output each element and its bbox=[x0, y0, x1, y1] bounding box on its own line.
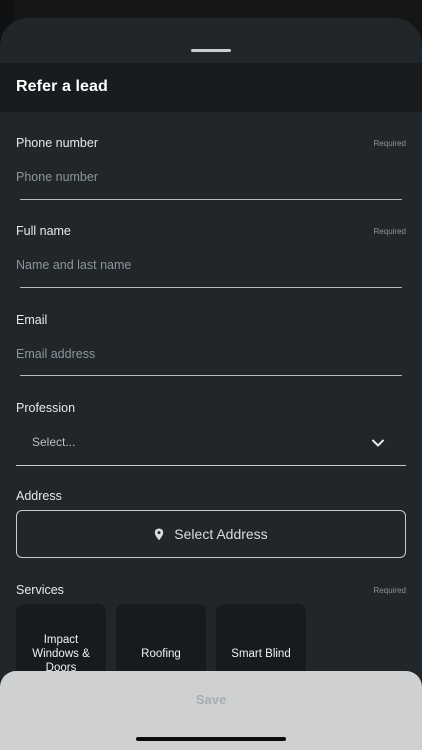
sheet-header: Refer a lead bbox=[0, 63, 422, 112]
full-name-input[interactable] bbox=[16, 253, 406, 277]
service-card-label: Roofing bbox=[141, 648, 181, 660]
email-input[interactable] bbox=[16, 342, 406, 366]
full-name-required-tag: Required bbox=[373, 227, 406, 236]
profession-underline bbox=[16, 465, 406, 466]
profession-selected-value: Select... bbox=[32, 435, 76, 449]
full-name-underline bbox=[20, 287, 402, 288]
profession-label: Profession bbox=[16, 401, 76, 415]
phone-label: Phone number bbox=[16, 136, 99, 150]
refer-lead-sheet: Refer a lead Phone number Required Full … bbox=[0, 18, 422, 750]
phone-required-tag: Required bbox=[373, 139, 406, 148]
email-label: Email bbox=[16, 313, 48, 327]
sheet-grabber-handle[interactable] bbox=[191, 49, 231, 52]
address-label: Address bbox=[16, 489, 62, 503]
services-label: Services bbox=[16, 583, 64, 597]
save-button[interactable]: Save bbox=[0, 685, 422, 713]
email-underline bbox=[20, 375, 402, 376]
service-card-label: Smart Blind bbox=[231, 648, 291, 660]
service-card-label: Impact Windows & Doors bbox=[32, 634, 90, 674]
phone-underline bbox=[20, 199, 402, 200]
select-address-label: Select Address bbox=[174, 526, 268, 542]
phone-input[interactable] bbox=[16, 165, 406, 189]
footer-bar: Save bbox=[0, 671, 422, 750]
map-pin-icon bbox=[155, 528, 164, 540]
full-name-label: Full name bbox=[16, 224, 71, 238]
page-title: Refer a lead bbox=[16, 78, 108, 95]
chevron-down-icon bbox=[372, 439, 384, 447]
select-address-button[interactable]: Select Address bbox=[16, 510, 406, 558]
home-indicator[interactable] bbox=[136, 737, 286, 741]
profession-select[interactable]: Select... bbox=[16, 424, 406, 466]
services-required-tag: Required bbox=[373, 586, 406, 595]
